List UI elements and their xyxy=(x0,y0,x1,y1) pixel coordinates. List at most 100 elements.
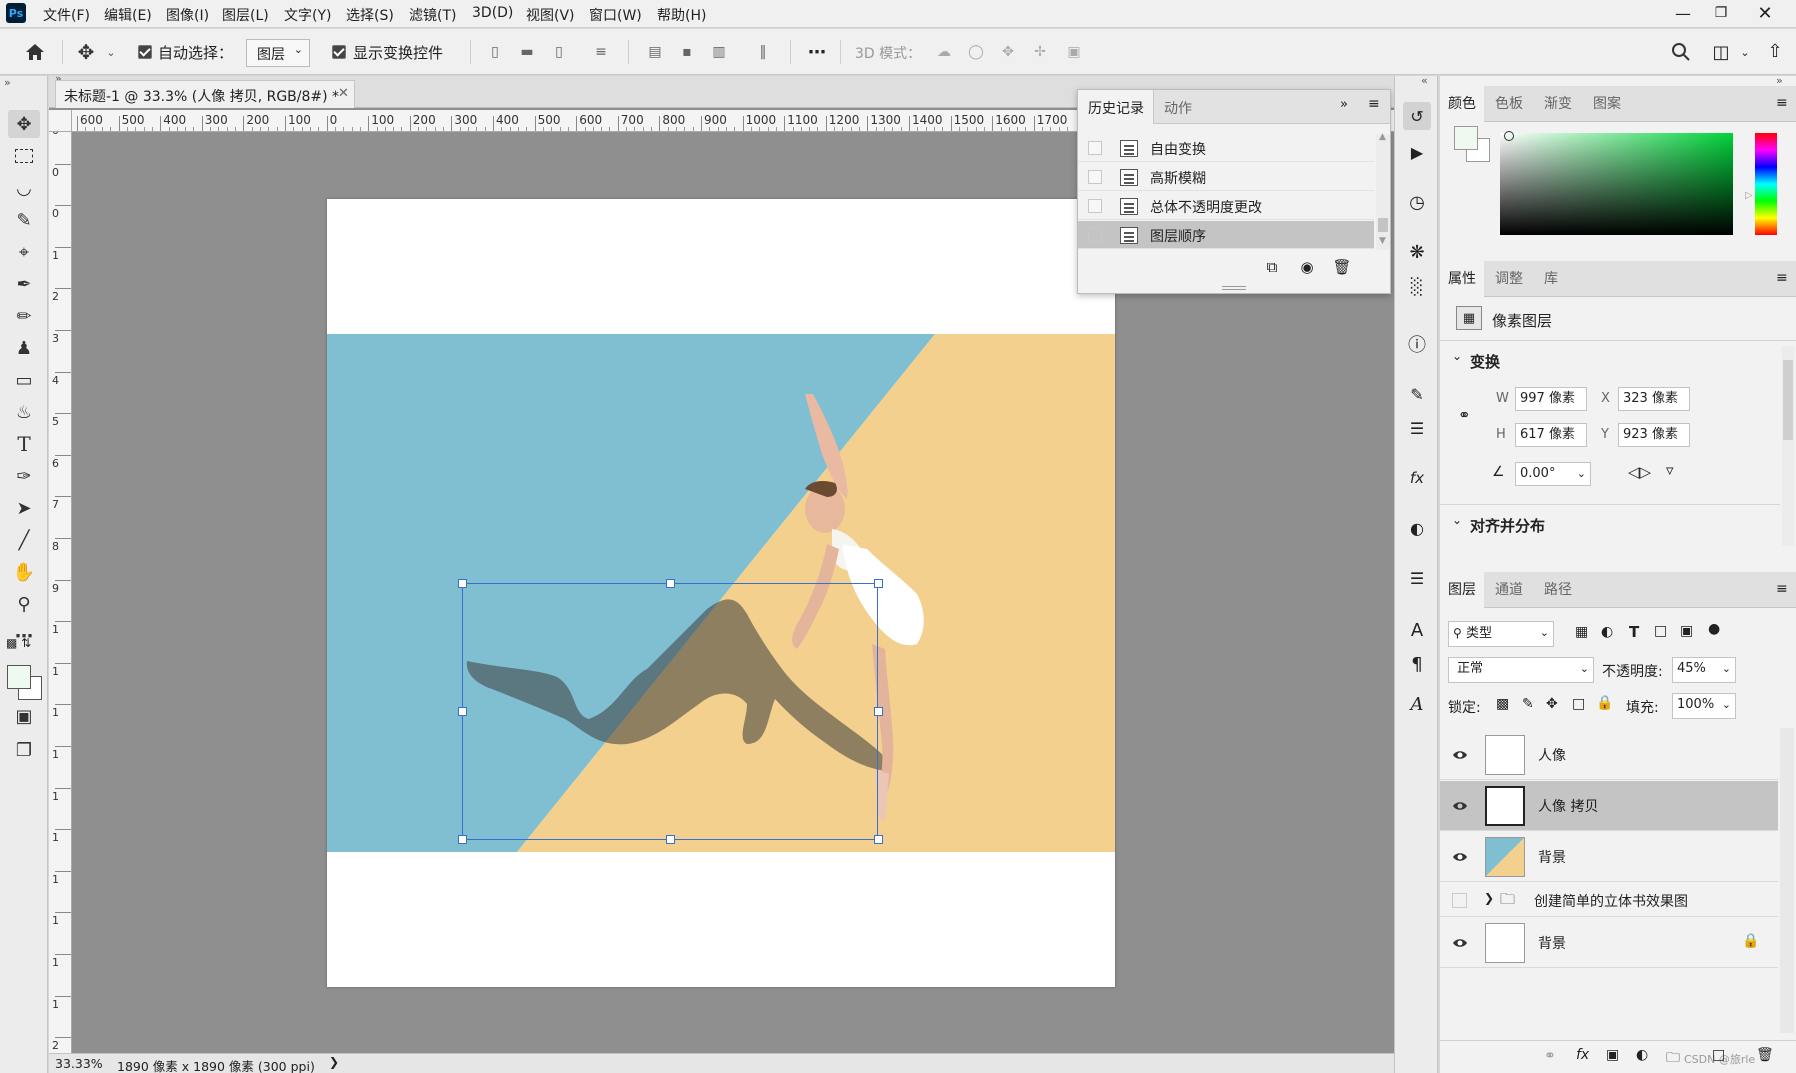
lock-all-icon[interactable]: 🔒 xyxy=(1596,695,1613,711)
lock-pixels-icon[interactable]: ✎ xyxy=(1522,696,1534,712)
filter-type-icon[interactable]: T xyxy=(1629,623,1639,641)
panel-menu-icon[interactable]: ≡ xyxy=(1368,96,1380,112)
eye-icon[interactable] xyxy=(1452,935,1468,951)
filter-adjustment-icon[interactable]: ◐ xyxy=(1601,624,1613,640)
close-tab-icon[interactable]: ✕ xyxy=(338,86,349,101)
type-tool-icon[interactable]: T xyxy=(8,430,40,458)
lock-artboard-icon[interactable]: □ xyxy=(1572,696,1585,712)
layer-row[interactable]: 人像 xyxy=(1440,730,1778,780)
tab-paths[interactable]: 路径 xyxy=(1536,572,1580,608)
height-input[interactable]: 617 像素 xyxy=(1515,423,1587,447)
menu-type[interactable]: 文字(Y) xyxy=(284,5,331,25)
transform-handle-bl[interactable] xyxy=(458,835,467,844)
layer-row-selected[interactable]: 人像 拷贝 xyxy=(1440,781,1778,831)
chevron-down-icon[interactable]: ⌄ xyxy=(1452,513,1462,527)
move-tool-icon[interactable]: ✥ xyxy=(8,110,40,138)
link-icon[interactable]: ⚭ xyxy=(1458,406,1471,424)
transform-handle-tm[interactable] xyxy=(666,579,675,588)
adjustment-layer-icon[interactable]: ◐ xyxy=(1636,1047,1648,1063)
layer-filter-dropdown[interactable]: ⚲ 类型 ⌄ xyxy=(1448,621,1554,647)
history-snapshot-checkbox[interactable] xyxy=(1088,170,1102,184)
layers-scrollbar[interactable] xyxy=(1780,728,1794,1033)
chevron-down-icon[interactable]: ⌄ xyxy=(1452,349,1462,363)
eye-icon[interactable] xyxy=(1452,849,1468,865)
trash-icon[interactable]: 🗑 xyxy=(1331,256,1353,278)
history-brush-icon[interactable]: ↺ xyxy=(1403,102,1431,130)
menu-window[interactable]: 窗口(W) xyxy=(589,5,642,25)
brush-settings-icon[interactable]: ✎ xyxy=(1403,380,1431,408)
menu-filter[interactable]: 滤镜(T) xyxy=(409,5,456,25)
panel-menu-icon[interactable]: ≡ xyxy=(1776,270,1788,286)
chevron-right-icon[interactable]: ❯ xyxy=(1484,891,1494,905)
marquee-tool-icon[interactable] xyxy=(8,142,40,170)
quick-select-tool-icon[interactable]: ✎ xyxy=(8,206,40,234)
tab-history[interactable]: 历史记录 xyxy=(1078,90,1154,124)
transform-section-header[interactable]: 变换 xyxy=(1470,351,1500,372)
history-icon[interactable]: ◷ xyxy=(1403,188,1431,216)
history-snapshot-checkbox[interactable] xyxy=(1088,228,1102,242)
histogram-icon[interactable]: ░ xyxy=(1403,272,1431,300)
eyedropper-tool-icon[interactable]: ✒ xyxy=(8,270,40,298)
swap-colors-icon[interactable]: ▩ ⇅ xyxy=(6,636,31,650)
3d-camera-icon[interactable]: ▣ xyxy=(1060,41,1088,63)
align-section-header[interactable]: 对齐并分布 xyxy=(1470,515,1545,536)
add-mask-icon[interactable]: ▣ xyxy=(1606,1047,1619,1063)
flip-vertical-icon[interactable]: ▿ xyxy=(1666,461,1674,479)
zoom-level[interactable]: 33.33% xyxy=(55,1056,103,1071)
tab-patterns[interactable]: 图案 xyxy=(1585,86,1629,122)
layer-row[interactable]: 背景 🔒 xyxy=(1440,918,1778,968)
tab-libraries[interactable]: 库 xyxy=(1536,261,1566,297)
transform-handle-br[interactable] xyxy=(874,835,883,844)
document-canvas[interactable] xyxy=(327,199,1115,987)
auto-select-checkbox[interactable] xyxy=(138,45,152,59)
blend-mode-dropdown[interactable]: 正常 ⌄ xyxy=(1448,657,1594,683)
history-scrollbar[interactable]: ▲ ▼ xyxy=(1376,132,1390,250)
more-options-icon[interactable]: ⋯ xyxy=(802,41,832,63)
tab-adjustments[interactable]: 调整 xyxy=(1487,261,1531,297)
3d-roll-icon[interactable]: ◯ xyxy=(964,41,988,63)
history-item[interactable]: 总体不透明度更改 xyxy=(1078,192,1374,220)
distribute-v-icon[interactable]: ‖ xyxy=(752,41,774,63)
transform-bounding-box[interactable] xyxy=(462,583,878,840)
layer-group-row[interactable]: ❯ 🗀 创建简单的立体书效果图 xyxy=(1440,883,1778,917)
new-layer-icon[interactable]: □ xyxy=(1712,1047,1725,1063)
crop-tool-icon[interactable]: ⌖ xyxy=(8,238,40,266)
align-right-icon[interactable]: ▯ xyxy=(548,41,570,63)
align-top-icon[interactable]: ▤ xyxy=(644,41,666,63)
properties-icon[interactable]: ☰ xyxy=(1403,564,1431,592)
transform-handle-bm[interactable] xyxy=(666,835,675,844)
info-icon[interactable]: ⓘ xyxy=(1403,330,1431,358)
transform-handle-tr[interactable] xyxy=(874,579,883,588)
quick-mask-icon[interactable]: ▣ xyxy=(8,702,40,730)
pen-tool-icon[interactable]: ✑ xyxy=(8,462,40,490)
lock-transparent-icon[interactable]: ▩ xyxy=(1496,696,1509,712)
panel-menu-icon[interactable]: ≡ xyxy=(1776,95,1788,111)
search-icon[interactable] xyxy=(1668,39,1694,65)
history-snapshot-checkbox[interactable] xyxy=(1088,141,1102,155)
camera-icon[interactable]: ◉ xyxy=(1296,256,1318,278)
menu-3d[interactable]: 3D(D) xyxy=(472,5,513,21)
move-tool-icon[interactable]: ✥ xyxy=(74,39,98,65)
hue-slider[interactable] xyxy=(1755,133,1777,235)
align-middle-v-icon[interactable]: ▪ xyxy=(676,41,698,63)
workspace-icon[interactable]: ◫ xyxy=(1708,39,1734,65)
hue-slider-pointer[interactable]: ▷ xyxy=(1745,190,1753,201)
fill-input[interactable]: 100% ⌄ xyxy=(1672,693,1736,719)
menu-edit[interactable]: 编辑(E) xyxy=(104,5,152,25)
lasso-tool-icon[interactable]: ◡ xyxy=(8,174,40,202)
filter-smart-object-icon[interactable]: ▣ xyxy=(1680,623,1693,639)
panel-menu-icon[interactable]: ≡ xyxy=(1776,581,1788,597)
align-bottom-icon[interactable]: ▥ xyxy=(708,41,730,63)
paragraph-icon[interactable]: ¶ xyxy=(1403,650,1431,678)
play-actions-icon[interactable]: ▶ xyxy=(1403,138,1431,166)
history-item[interactable]: 自由变换 xyxy=(1078,134,1374,162)
align-left-icon[interactable]: ▯ xyxy=(484,41,506,63)
stamp-tool-icon[interactable]: ♟ xyxy=(8,334,40,362)
menu-layer[interactable]: 图层(L) xyxy=(222,5,269,25)
filter-shape-icon[interactable]: □ xyxy=(1654,623,1667,639)
minimize-icon[interactable]: — xyxy=(1668,2,1698,24)
line-tool-icon[interactable]: ╱ xyxy=(8,526,40,554)
share-icon[interactable]: ⇧ xyxy=(1762,38,1788,64)
tab-swatches[interactable]: 色板 xyxy=(1487,86,1531,122)
visibility-toggle-empty[interactable] xyxy=(1452,893,1467,908)
